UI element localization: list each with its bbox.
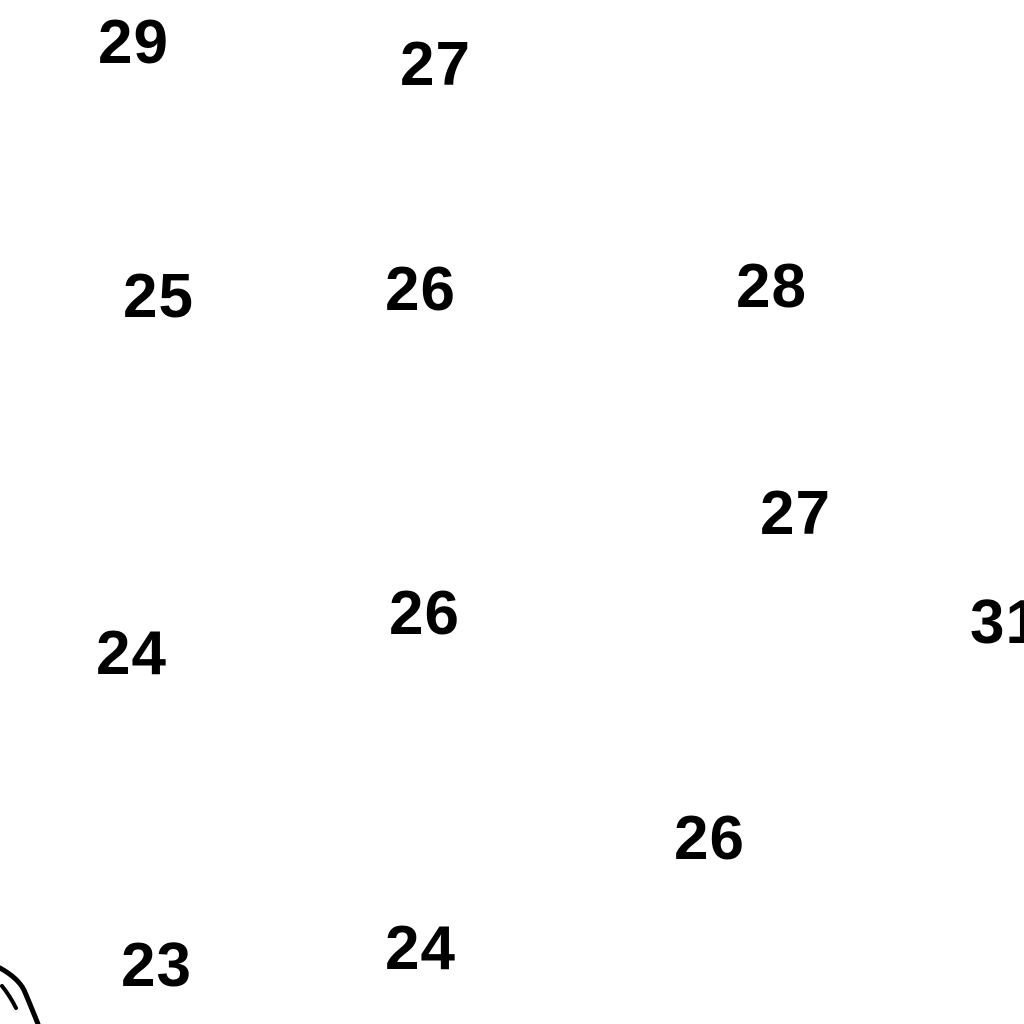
contour-line — [0, 965, 41, 1024]
map-canvas: 29 27 25 26 28 27 26 24 31 26 23 24 — [0, 0, 1024, 1024]
